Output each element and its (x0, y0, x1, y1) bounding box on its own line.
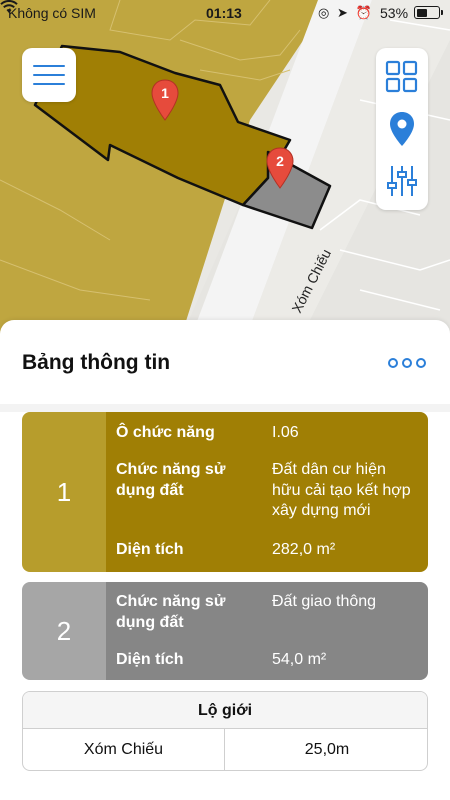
detail-value: I.06 (272, 424, 299, 441)
layers-button[interactable] (376, 52, 428, 102)
menu-button[interactable] (22, 48, 76, 102)
table-cell-street: Xóm Chiếu (23, 729, 225, 770)
parcel-card-2[interactable]: 2 Chức năng sử dụng đất Đất giao thông D… (22, 582, 428, 680)
my-location-button[interactable] (376, 104, 428, 154)
map-tools-panel (376, 48, 428, 210)
carrier-label: Không có SIM (8, 5, 96, 21)
clock: 01:13 (206, 5, 242, 21)
detail-label: Chức năng sử dụng đất (116, 593, 226, 631)
parcel-index: 2 (22, 582, 106, 680)
sliders-icon (387, 166, 417, 196)
filter-button[interactable] (376, 156, 428, 206)
sheet-header: Bảng thông tin (0, 320, 450, 404)
alarm-icon: ⏰ (355, 5, 374, 20)
sheet-title: Bảng thông tin (22, 351, 171, 374)
detail-value: Đất giao thông (272, 593, 377, 610)
parcel-card-1[interactable]: 1 Ô chức năng I.06 Chức năng sử dụng đất… (22, 412, 428, 572)
more-button[interactable] (388, 353, 428, 373)
detail-label: Chức năng sử dụng đất (116, 461, 226, 499)
parcel-details: Ô chức năng I.06 Chức năng sử dụng đất Đ… (106, 412, 428, 572)
orientation-lock-icon: ◎ (318, 5, 332, 20)
marker-2-label: 2 (276, 153, 284, 169)
detail-label: Diện tích (116, 651, 184, 668)
marker-1-label: 1 (161, 85, 169, 101)
detail-value: Đất dân cư hiện hữu cải tạo kết hợp xây … (272, 461, 411, 519)
sheet-divider (0, 404, 450, 412)
detail-label: Diện tích (116, 541, 184, 558)
parcel-details: Chức năng sử dụng đất Đất giao thông Diệ… (106, 582, 428, 680)
detail-label: Ô chức năng (116, 424, 215, 441)
grid-icon (385, 60, 418, 93)
wifi-icon (0, 0, 18, 13)
location-pin-icon (390, 112, 414, 146)
road-boundary-table: Lộ giới Xóm Chiếu 25,0m (22, 691, 428, 771)
map-view[interactable]: Xóm Chiếu 1 2 Không có SIM 01:13 ◎ ➤ ⏰ 5… (0, 0, 450, 340)
parcel-index: 1 (22, 412, 106, 572)
detail-value: 54,0 m² (272, 651, 327, 668)
battery-icon (414, 6, 443, 19)
status-bar: Không có SIM 01:13 ◎ ➤ ⏰ 53% (0, 0, 450, 26)
info-sheet: Bảng thông tin 1 Ô chức năng I.06 Chức n… (0, 320, 450, 800)
battery-percentage: 53% (380, 5, 409, 21)
table-cell-width: 25,0m (304, 741, 350, 758)
table-header: Lộ giới (23, 692, 427, 729)
status-icons: ◎ ➤ ⏰ (318, 5, 374, 21)
detail-value: 282,0 m² (272, 541, 336, 558)
location-arrow-icon: ➤ (336, 5, 350, 20)
